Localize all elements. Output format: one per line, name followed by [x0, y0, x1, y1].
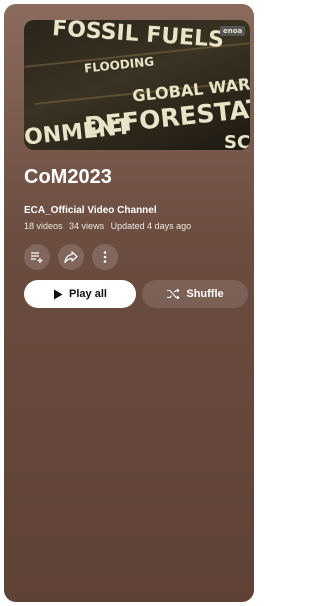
thumbnail-watermark: enoa	[220, 26, 246, 36]
thumbnail-word: ONMENT	[24, 114, 133, 150]
channel-name[interactable]: ECA_Official Video Channel	[24, 205, 157, 216]
share-icon	[64, 251, 78, 264]
playlist-header-panel: FOSSIL FUELS FLOODING GLOBAL WARMING DEF…	[4, 4, 254, 602]
save-playlist-button[interactable]	[24, 244, 50, 270]
video-count: 18 videos	[24, 221, 63, 231]
playlist-title: CoM2023	[24, 166, 112, 188]
play-icon	[54, 289, 63, 299]
playlist-stats: 18 videos 34 views Updated 4 days ago	[24, 221, 195, 231]
shuffle-icon	[167, 288, 181, 300]
thumbnail-word: FOSSIL FUELS	[51, 20, 225, 53]
updated-date: Updated 4 days ago	[110, 221, 192, 231]
play-all-label: Play all	[69, 288, 107, 300]
view-count: 34 views	[69, 221, 105, 231]
thumbnail-word: SCE	[224, 132, 250, 150]
shuffle-label: Shuffle	[186, 288, 224, 300]
playlist-thumbnail[interactable]: FOSSIL FUELS FLOODING GLOBAL WARMING DEF…	[24, 20, 250, 150]
more-vert-icon	[103, 251, 107, 263]
play-all-button[interactable]: Play all	[24, 280, 136, 308]
playlist-add-icon	[31, 252, 43, 263]
shuffle-button[interactable]: Shuffle	[142, 280, 248, 308]
more-options-button[interactable]	[92, 244, 118, 270]
share-button[interactable]	[58, 244, 84, 270]
